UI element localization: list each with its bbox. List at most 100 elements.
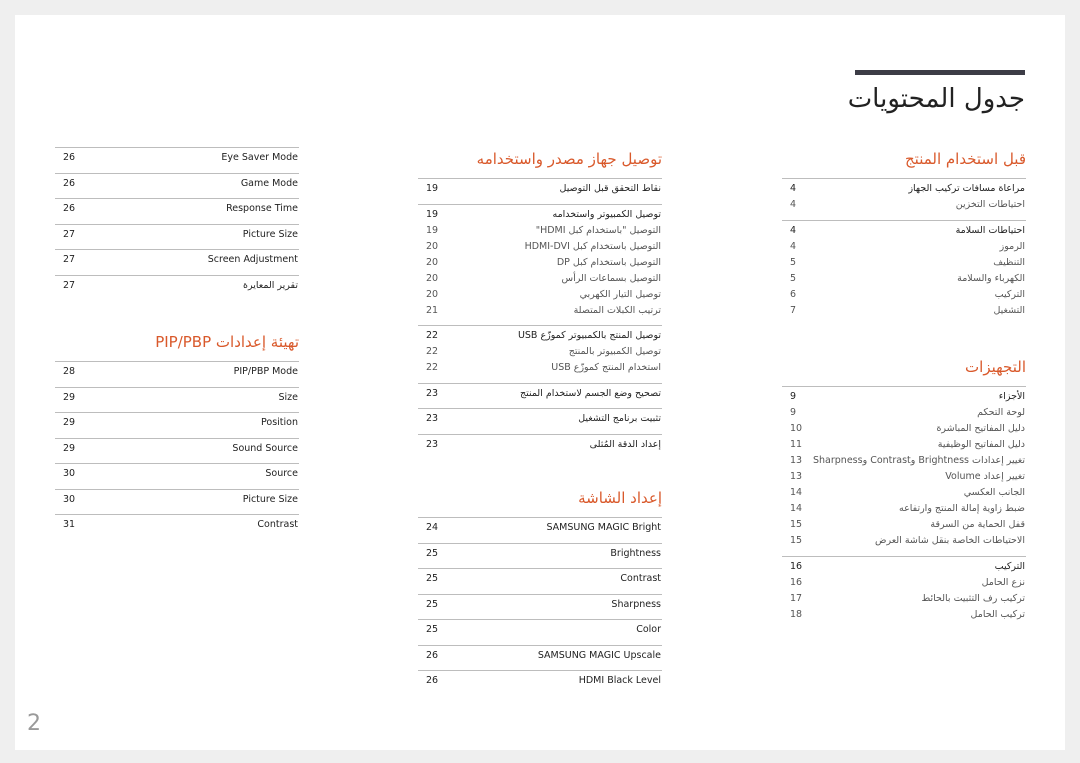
toc-entry-label: تركيب رف التثبيت بالحائط bbox=[921, 592, 1025, 604]
section-title: توصيل جهاز مصدر واستخدامه bbox=[476, 150, 662, 168]
page-title: جدول المحتويات bbox=[847, 84, 1025, 114]
toc-entry[interactable]: SAMSUNG MAGIC Upscale 26 bbox=[418, 648, 662, 664]
toc-entry[interactable]: احتياطات السلامة 4 bbox=[782, 223, 1026, 239]
toc-entry[interactable]: الاحتياطات الخاصة بنقل شاشة العرض 15 bbox=[782, 533, 1026, 549]
toc-entry-page: 29 bbox=[63, 391, 76, 403]
toc-entry-page: 25 bbox=[426, 598, 439, 610]
toc-group: Sharpness 25 bbox=[418, 593, 662, 620]
toc-entry[interactable]: دليل المفاتيح الوظيفية 11 bbox=[782, 437, 1026, 453]
toc-entry[interactable]: تغيير إعدادات Brightness وContrast وShar… bbox=[782, 453, 1026, 469]
toc-entry[interactable]: نقاط التحقق قبل التوصيل 19 bbox=[418, 181, 662, 197]
toc-group: SAMSUNG MAGIC Upscale 26 bbox=[418, 644, 662, 671]
toc-entry-page: 23 bbox=[426, 438, 439, 450]
toc-entry-page: 30 bbox=[63, 493, 76, 505]
toc-entry[interactable]: Size 29 bbox=[55, 390, 299, 406]
toc-entry[interactable]: تغيير إعداد Volume 13 bbox=[782, 469, 1026, 485]
toc-entry[interactable]: HDMI Black Level 26 bbox=[418, 673, 662, 689]
toc-entry[interactable]: ضبط زاوية إمالة المنتج وارتفاعه 14 bbox=[782, 501, 1026, 517]
toc-entry[interactable]: دليل المفاتيح المباشرة 10 bbox=[782, 421, 1026, 437]
toc-entry[interactable]: استخدام المنتج كموزّع USB 22 bbox=[418, 360, 662, 376]
toc-entry[interactable]: Sharpness 25 bbox=[418, 597, 662, 613]
toc-entry[interactable]: تركيب رف التثبيت بالحائط 17 bbox=[782, 591, 1026, 607]
toc-entry[interactable]: التوصيل "باستخدام كبل HDMI" 19 bbox=[418, 223, 662, 239]
toc-entry-page: 13 bbox=[790, 471, 803, 482]
toc-entry[interactable]: إعداد الدقة المُثلى 23 bbox=[418, 437, 662, 453]
toc-entry[interactable]: الكهرباء والسلامة 5 bbox=[782, 271, 1026, 287]
toc-entry[interactable]: توصيل المنتج بالكمبيوتر كموزّع USB 22 bbox=[418, 328, 662, 344]
toc-entry[interactable]: قفل الحماية من السرقة 15 bbox=[782, 517, 1026, 533]
toc-entry[interactable]: تثبيت برنامج التشغيل 23 bbox=[418, 411, 662, 427]
toc-group: توصيل الكمبيوتر واستخدامه 19 التوصيل "باست… bbox=[418, 203, 662, 326]
toc-entry[interactable]: تصحيح وضع الجسم لاستخدام المنتج 23 bbox=[418, 386, 662, 402]
toc-entry[interactable]: الرموز 4 bbox=[782, 239, 1026, 255]
toc-entry-label: التشغيل bbox=[993, 304, 1025, 316]
toc-entry-page: 11 bbox=[790, 439, 803, 450]
toc-entry[interactable]: التنظيف 5 bbox=[782, 255, 1026, 271]
toc-group: Screen Adjustment 27 bbox=[55, 249, 299, 275]
toc-entry-label: Size bbox=[278, 391, 298, 403]
toc-entry-page: 20 bbox=[426, 288, 439, 300]
toc-entry[interactable]: التوصيل باستخدام كبل HDMI-DVI 20 bbox=[418, 239, 662, 255]
toc-entry-page: 25 bbox=[426, 573, 439, 584]
toc-entry[interactable]: ترتيب الكبلات المتصلة 21 bbox=[418, 303, 662, 319]
toc-entry[interactable]: التشغيل 7 bbox=[782, 303, 1026, 319]
toc-group: Size 29 bbox=[55, 386, 299, 413]
toc-entry[interactable]: توصيل الكمبيوتر واستخدامه 19 bbox=[418, 207, 662, 223]
toc-entry[interactable]: Sound Source 29 bbox=[55, 441, 299, 457]
toc-group: Game Mode 26 bbox=[55, 172, 299, 199]
toc-entry[interactable]: Color 25 bbox=[418, 622, 662, 638]
toc-entry-page: 23 bbox=[426, 413, 439, 424]
toc-entry[interactable]: Picture Size 30 bbox=[55, 492, 299, 508]
toc-entry[interactable]: مراعاة مسافات تركيب الجهاز 4 bbox=[782, 181, 1026, 197]
toc-group: تقرير المعايرة 27 bbox=[55, 274, 299, 301]
toc-entry[interactable]: Response Time 26 bbox=[55, 201, 299, 217]
toc-entry-label: توصيل المنتج بالكمبيوتر كموزّع USB bbox=[517, 330, 661, 341]
toc-entry-label: Picture Size bbox=[242, 493, 298, 505]
toc-entry[interactable]: تقرير المعايرة 27 bbox=[55, 278, 299, 294]
toc-entry[interactable]: توصيل التيار الكهربي 20 bbox=[418, 287, 662, 303]
toc-entry-page: 15 bbox=[790, 519, 803, 530]
toc-entry[interactable]: Contrast 25 bbox=[418, 571, 662, 587]
toc-entry[interactable]: Picture Size 27 bbox=[55, 227, 299, 243]
toc-entry[interactable]: Eye Saver Mode 26 bbox=[55, 150, 299, 166]
toc-entry-label: HDMI Black Level bbox=[578, 675, 661, 686]
toc-entry-page: 5 bbox=[790, 272, 797, 284]
toc-entry[interactable]: التوصيل باستخدام كبل DP 20 bbox=[418, 255, 662, 271]
toc-entry[interactable]: Contrast 31 bbox=[55, 517, 299, 533]
toc-entry-page: 30 bbox=[63, 468, 76, 479]
toc-entry[interactable]: Source 30 bbox=[55, 466, 299, 482]
toc-entry[interactable]: PIP/PBP Mode 28 bbox=[55, 364, 299, 380]
toc-group: نقاط التحقق قبل التوصيل 19 bbox=[418, 178, 662, 204]
toc-entry-label: التركيب bbox=[994, 560, 1025, 572]
toc-entry-page: 22 bbox=[426, 346, 439, 357]
toc-entry[interactable]: Game Mode 26 bbox=[55, 176, 299, 192]
toc-entry-page: 22 bbox=[426, 330, 439, 341]
toc-entry-page: 28 bbox=[63, 366, 76, 377]
toc-group: Color 25 bbox=[418, 619, 662, 645]
toc-entry[interactable]: التركيب 16 bbox=[782, 559, 1026, 575]
page-number: 2 bbox=[27, 711, 41, 736]
toc-entry-label: تقرير المعايرة bbox=[243, 279, 298, 291]
toc-entry[interactable]: لوحة التحكم 9 bbox=[782, 405, 1026, 421]
toc-entry-label: نزع الحامل bbox=[981, 576, 1025, 588]
toc-entry-label: التوصيل باستخدام كبل HDMI-DVI bbox=[524, 240, 661, 252]
toc-entry[interactable]: الأجزاء 9 bbox=[782, 389, 1026, 405]
toc-entry[interactable]: الجانب العكسي 14 bbox=[782, 485, 1026, 501]
toc-entry[interactable]: تركيب الحامل 18 bbox=[782, 607, 1026, 623]
toc-entry[interactable]: احتياطات التخزين 4 bbox=[782, 197, 1026, 213]
toc-entry-label: التركيب bbox=[994, 288, 1025, 300]
toc-entry[interactable]: نزع الحامل 16 bbox=[782, 575, 1026, 591]
toc-entry[interactable]: SAMSUNG MAGIC Bright 24 bbox=[418, 520, 662, 536]
toc-entry-page: 14 bbox=[790, 503, 803, 514]
toc-entry[interactable]: Position 29 bbox=[55, 415, 299, 431]
toc-group: إعداد الدقة المُثلى 23 bbox=[418, 433, 662, 460]
toc-entry[interactable]: Screen Adjustment 27 bbox=[55, 252, 299, 268]
toc-entry-label: PIP/PBP Mode bbox=[233, 366, 298, 377]
toc-entry-label: Contrast bbox=[257, 519, 298, 530]
toc-entry[interactable]: Brightness 25 bbox=[418, 546, 662, 562]
toc-entry-label: توصيل الكمبيوتر بالمنتج bbox=[568, 346, 661, 357]
toc-entry[interactable]: التركيب 6 bbox=[782, 287, 1026, 303]
toc-entry-label: الاحتياطات الخاصة بنقل شاشة العرض bbox=[874, 535, 1025, 546]
toc-entry[interactable]: توصيل الكمبيوتر بالمنتج 22 bbox=[418, 344, 662, 360]
toc-entry[interactable]: التوصيل بسماعات الرأس 20 bbox=[418, 271, 662, 287]
